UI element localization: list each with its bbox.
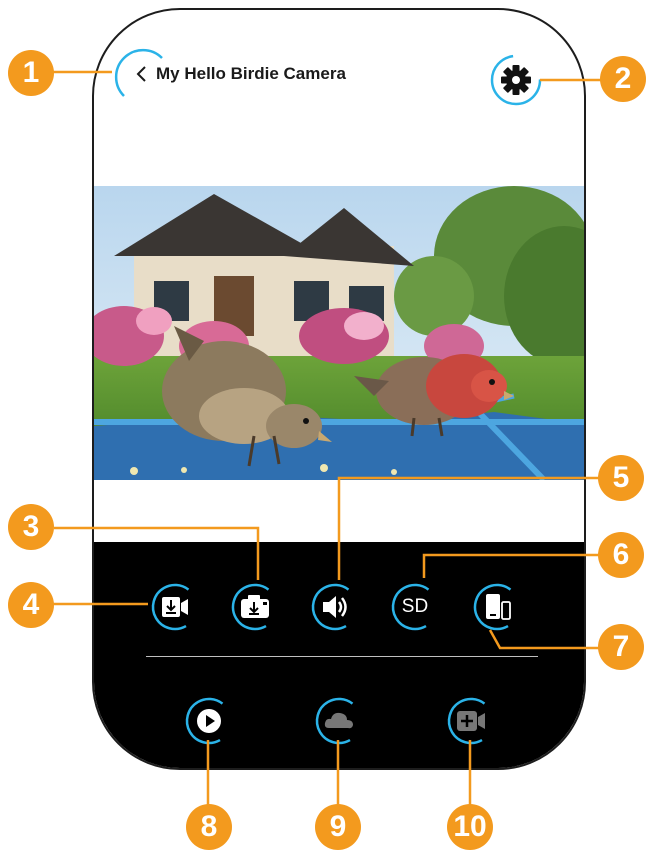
callout-badge: 6 xyxy=(598,532,644,578)
record-video-button[interactable] xyxy=(150,582,200,632)
phone-screen: My Hello Birdie Camera SD xyxy=(92,8,586,770)
snapshot-button[interactable] xyxy=(230,582,280,632)
play-icon xyxy=(185,697,233,745)
callout-badge: 9 xyxy=(315,804,361,850)
callout-badge: 10 xyxy=(447,804,493,850)
gear-icon xyxy=(490,54,542,106)
quality-label: SD xyxy=(401,596,429,617)
playback-button[interactable] xyxy=(184,696,234,746)
callout-badge: 2 xyxy=(600,56,646,102)
quality-toggle-button[interactable]: SD xyxy=(390,582,440,632)
camera-control-bar: SD xyxy=(94,542,584,768)
speaker-icon xyxy=(311,583,359,631)
bird-feeder-scene xyxy=(94,186,584,480)
callout-badge: 5 xyxy=(598,455,644,501)
sound-button[interactable] xyxy=(310,582,360,632)
orientation-button[interactable] xyxy=(472,582,522,632)
add-camera-button[interactable] xyxy=(446,696,496,746)
camera-video-feed[interactable] xyxy=(94,186,584,480)
phone-rotate-icon xyxy=(473,583,521,631)
callout-badge: 7 xyxy=(598,624,644,670)
video-add-icon xyxy=(447,697,495,745)
camera-download-icon xyxy=(231,583,279,631)
video-download-icon xyxy=(151,583,199,631)
control-divider xyxy=(146,656,538,657)
settings-button[interactable] xyxy=(490,54,542,106)
callout-badge: 8 xyxy=(186,804,232,850)
callout-badge: 3 xyxy=(8,504,54,550)
callout-badge: 1 xyxy=(8,50,54,96)
callout-badge: 4 xyxy=(8,582,54,628)
page-title: My Hello Birdie Camera xyxy=(156,64,346,83)
cloud-button[interactable] xyxy=(314,696,364,746)
cloud-icon xyxy=(315,697,363,745)
